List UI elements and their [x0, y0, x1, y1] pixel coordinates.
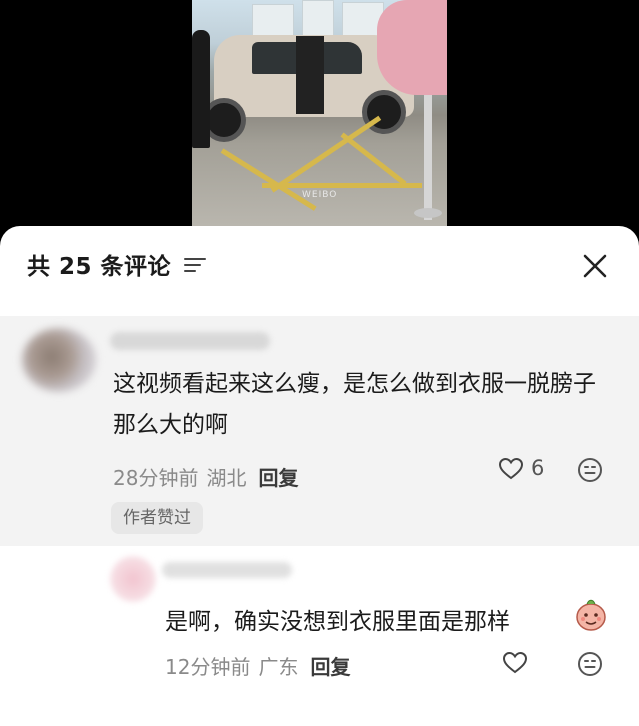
close-icon[interactable]: [581, 252, 609, 280]
filter-icon[interactable]: [184, 256, 206, 274]
comment-item: 是啊，确实没想到衣服里面是那样 12分钟前 广东 回复: [0, 546, 639, 726]
reply-button[interactable]: 回复: [258, 466, 298, 490]
username-blurred[interactable]: [162, 562, 292, 578]
avatar[interactable]: [22, 328, 96, 392]
comment-meta: 12分钟前 广东 回复: [165, 651, 350, 680]
like-count: 6: [531, 456, 545, 480]
emoji-icon[interactable]: [577, 457, 603, 483]
video-building: [252, 4, 294, 38]
comment-sheet: 共 25 条评论 这视频看起来这么瘦，是怎么做到衣服一脱膀子那么大的啊 28分钟…: [0, 226, 639, 726]
comment-header: 共 25 条评论: [0, 226, 639, 304]
video-road-line: [340, 132, 407, 186]
username-blurred[interactable]: [110, 332, 270, 350]
video-road-line: [262, 183, 422, 188]
heart-icon[interactable]: [498, 456, 524, 482]
comment-location: 湖北: [206, 466, 247, 490]
heart-icon[interactable]: [502, 650, 528, 676]
video-pole: [424, 95, 432, 220]
comment-item: 这视频看起来这么瘦，是怎么做到衣服一脱膀子那么大的啊 28分钟前 湖北 回复 6 作…: [0, 316, 639, 546]
comment-meta: 28分钟前 湖北 回复: [113, 462, 298, 491]
video-car-door: [296, 36, 324, 114]
comment-time: 28分钟前: [113, 466, 199, 490]
video-road-line: [220, 148, 317, 211]
author-liked-badge: 作者赞过: [111, 502, 203, 534]
video-pole-base: [414, 208, 442, 218]
avatar[interactable]: [110, 556, 156, 602]
video-person: [192, 30, 210, 148]
comment-time: 12分钟前: [165, 655, 251, 679]
comment-location: 广东: [258, 655, 299, 679]
video-building: [302, 0, 334, 40]
video-watermark: WEIBO: [302, 190, 338, 200]
emoji-icon[interactable]: [577, 651, 603, 677]
comment-count-title: 共 25 条评论: [27, 254, 172, 280]
reply-button[interactable]: 回复: [310, 655, 350, 679]
comment-text: 这视频看起来这么瘦，是怎么做到衣服一脱膀子那么大的啊: [113, 371, 596, 438]
comment-text: 是啊，确实没想到衣服里面是那样: [165, 609, 510, 635]
video-person-pink: [377, 0, 447, 95]
video-player[interactable]: WEIBO: [192, 0, 447, 240]
sticker-icon: [576, 599, 606, 631]
